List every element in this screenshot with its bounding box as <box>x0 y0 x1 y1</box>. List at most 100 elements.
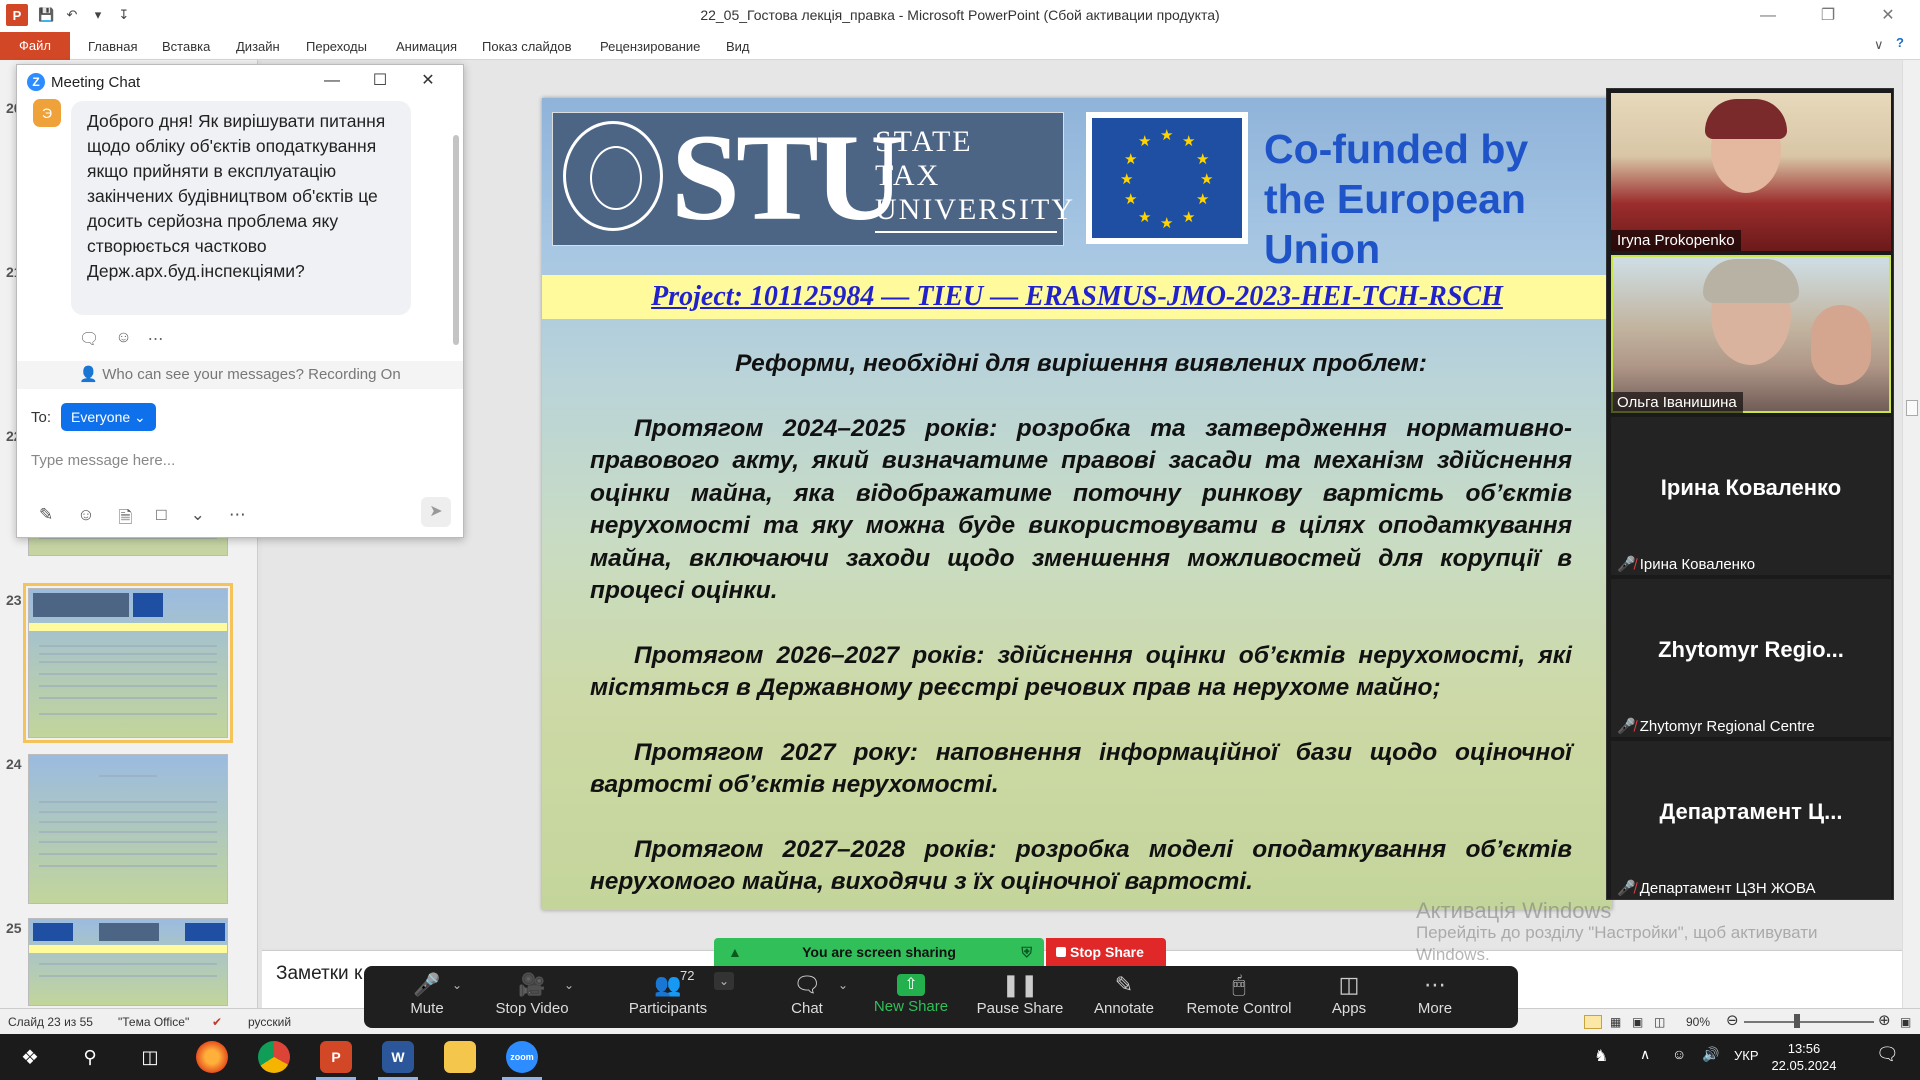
normal-view-icon[interactable] <box>1584 1015 1602 1029</box>
reading-view-icon[interactable]: ▣ <box>1632 1015 1643 1029</box>
mute-options-caret[interactable]: ⌄ <box>452 978 462 992</box>
chrome-icon[interactable] <box>258 1041 290 1073</box>
word-icon[interactable]: W <box>382 1041 414 1073</box>
zoom-level[interactable]: 90% <box>1686 1015 1710 1029</box>
chat-message-input[interactable] <box>31 445 451 475</box>
current-slide[interactable]: STU STATE TAX UNIVERSITY ★ ★ ★ ★ ★ ★ ★ ★… <box>542 98 1612 910</box>
language-indicator[interactable]: русский <box>248 1015 291 1029</box>
video-tile-active-speaker[interactable]: Ольга Іванишина <box>1611 255 1891 413</box>
chat-privacy-notice[interactable]: 👤 Who can see your messages? Recording O… <box>17 361 463 389</box>
tray-chevron-icon[interactable]: ∧ <box>1640 1046 1650 1063</box>
ribbon-collapse-icon[interactable]: ∨ <box>1874 37 1884 53</box>
window-title: 22_05_Гостова лекція_правка - Microsoft … <box>700 7 1220 23</box>
recipient-dropdown[interactable]: Everyone ⌄ <box>61 403 156 431</box>
tab-home[interactable]: Главная <box>88 39 137 54</box>
apps-button[interactable]: ◫ Apps <box>1314 966 1384 1028</box>
chat-minimize-button[interactable]: — <box>317 69 347 93</box>
notifications-icon[interactable]: 🗨 <box>1876 1044 1899 1065</box>
zoom-slider-knob[interactable] <box>1794 1014 1800 1028</box>
slide-sorter-icon[interactable]: ▦ <box>1610 1015 1621 1029</box>
zoom-slider[interactable] <box>1744 1021 1874 1023</box>
tab-view[interactable]: Вид <box>726 39 750 54</box>
slide-thumbnail-24[interactable] <box>28 754 228 904</box>
close-button[interactable]: ✕ <box>1868 4 1908 28</box>
more-options-icon[interactable]: ⋯ <box>229 505 246 534</box>
chat-button[interactable]: 🗨 Chat <box>772 966 842 1028</box>
people-icon[interactable]: ♞ <box>1594 1046 1608 1066</box>
tab-file[interactable]: Файл <box>0 32 70 60</box>
annotate-button[interactable]: ✎ Annotate <box>1084 966 1164 1028</box>
sender-avatar[interactable]: Э <box>33 99 61 127</box>
security-shield-icon: ⛨ <box>1021 944 1033 960</box>
zoom-in-icon[interactable]: ⊕ <box>1878 1011 1891 1029</box>
slide-thumbnail-23-selected[interactable] <box>23 583 233 743</box>
firefox-icon[interactable] <box>196 1041 228 1073</box>
format-icon[interactable]: ✎ <box>39 505 53 534</box>
keyboard-language[interactable]: УКР <box>1734 1048 1759 1063</box>
video-tile[interactable]: Iryna Prokopenko <box>1611 93 1891 251</box>
slide-paragraph: Протягом 2027 року: наповнення інформаці… <box>590 738 1572 799</box>
slideshow-view-icon[interactable]: ◫ <box>1654 1015 1665 1029</box>
clock-date: 22.05.2024 <box>1771 1058 1837 1073</box>
volume-icon[interactable]: 🔊 <box>1702 1046 1719 1063</box>
slide-thumbnail-25[interactable] <box>28 918 228 1006</box>
avatar-tile[interactable]: Ірина Коваленко 🎤̸ Ірина Коваленко <box>1611 417 1891 575</box>
new-share-button[interactable]: ⇧ New Share <box>866 966 956 1028</box>
zoom-icon[interactable]: zoom <box>506 1041 538 1073</box>
participant-display-name: Ірина Коваленко <box>1660 475 1842 500</box>
emoji-reaction-icon[interactable]: ☺ <box>115 329 131 349</box>
tab-transitions[interactable]: Переходы <box>306 39 367 54</box>
reply-icon[interactable]: 🗨 <box>79 329 99 349</box>
tab-slideshow[interactable]: Показ слайдов <box>482 39 572 54</box>
start-icon[interactable]: ❖ <box>14 1041 46 1073</box>
file-icon[interactable]: 🗎 <box>119 505 133 534</box>
wifi-icon[interactable]: ☺ <box>1672 1046 1686 1062</box>
stop-video-button[interactable]: 🎥 Stop Video <box>482 966 582 1028</box>
chat-scrollbar[interactable] <box>453 135 459 345</box>
emoji-icon[interactable]: ☺ <box>77 505 94 534</box>
more-actions-icon[interactable]: ⋯ <box>148 329 164 349</box>
screen-sharing-banner[interactable]: ▲ You are screen sharing ⛨ <box>714 938 1044 966</box>
windows-taskbar: ❖ ⚲ ◫ P W zoom ♞ ∧ ☺ 🔊 УКР 13:56 22.05.2… <box>0 1034 1920 1080</box>
avatar-tile[interactable]: Zhytomyr Regio... 🎤̸ Zhytomyr Regional Ce… <box>1611 579 1891 737</box>
participants-icon: 👥 <box>654 972 682 997</box>
video-options-caret[interactable]: ⌄ <box>564 978 574 992</box>
participants-options-caret[interactable]: ⌄ <box>714 972 735 990</box>
tab-design[interactable]: Дизайн <box>236 39 280 54</box>
participant-display-name: Zhytomyr Regio... <box>1658 637 1844 662</box>
maximize-button[interactable]: ❐ <box>1808 4 1848 28</box>
chat-title-bar: Z Meeting Chat <box>27 73 140 91</box>
project-bar: Project: 101125984 — TIEU — ERASMUS-JMO-… <box>542 275 1612 319</box>
participants-button[interactable]: 👥 72 Participants <box>608 966 728 1028</box>
tab-insert[interactable]: Вставка <box>162 39 210 54</box>
remote-control-button[interactable]: 🖱 Remote Control <box>1174 966 1304 1028</box>
system-clock[interactable]: 13:56 22.05.2024 <box>1764 1040 1844 1074</box>
scrollbar-thumb[interactable] <box>1906 400 1918 416</box>
fit-to-window-icon[interactable]: ▣ <box>1900 1015 1911 1029</box>
explorer-icon[interactable] <box>444 1041 476 1073</box>
mute-button[interactable]: 🎤 Mute <box>392 966 462 1028</box>
chat-maximize-button[interactable]: ☐ <box>365 69 395 93</box>
chat-options-caret[interactable]: ⌄ <box>838 978 848 992</box>
tab-review[interactable]: Рецензирование <box>600 39 700 54</box>
zoom-out-icon[interactable]: ⊖ <box>1726 1011 1739 1029</box>
tab-animation[interactable]: Анимация <box>396 39 457 54</box>
chat-bubble-icon: 🗨 <box>793 972 821 997</box>
screenshot-icon[interactable]: □ <box>156 505 166 534</box>
powerpoint-icon[interactable]: P <box>320 1041 352 1073</box>
more-button[interactable]: ⋯ More <box>1400 966 1470 1028</box>
send-button[interactable]: ➤ <box>421 497 451 527</box>
pause-share-button[interactable]: ❚❚ Pause Share <box>970 966 1070 1028</box>
minimize-button[interactable]: — <box>1748 4 1788 28</box>
task-view-icon[interactable]: ◫ <box>134 1041 166 1073</box>
slide-paragraph: Протягом 2024–2025 років: розробка та за… <box>590 414 1572 605</box>
avatar-tile[interactable]: Департамент Ц... 🎤̸ Департамент ЦЗН ЖОВА <box>1611 741 1891 899</box>
project-link[interactable]: Project: 101125984 — TIEU — ERASMUS-JMO-… <box>651 275 1503 319</box>
spellcheck-icon[interactable]: ✔ <box>212 1015 222 1029</box>
help-icon[interactable]: ? <box>1896 35 1904 50</box>
slide-vertical-scrollbar[interactable] <box>1902 60 1920 1008</box>
screenshot-options-icon[interactable]: ⌄ <box>191 505 205 534</box>
search-icon[interactable]: ⚲ <box>74 1041 106 1073</box>
stop-share-button[interactable]: Stop Share <box>1046 938 1166 966</box>
chat-close-button[interactable]: ✕ <box>413 69 443 93</box>
